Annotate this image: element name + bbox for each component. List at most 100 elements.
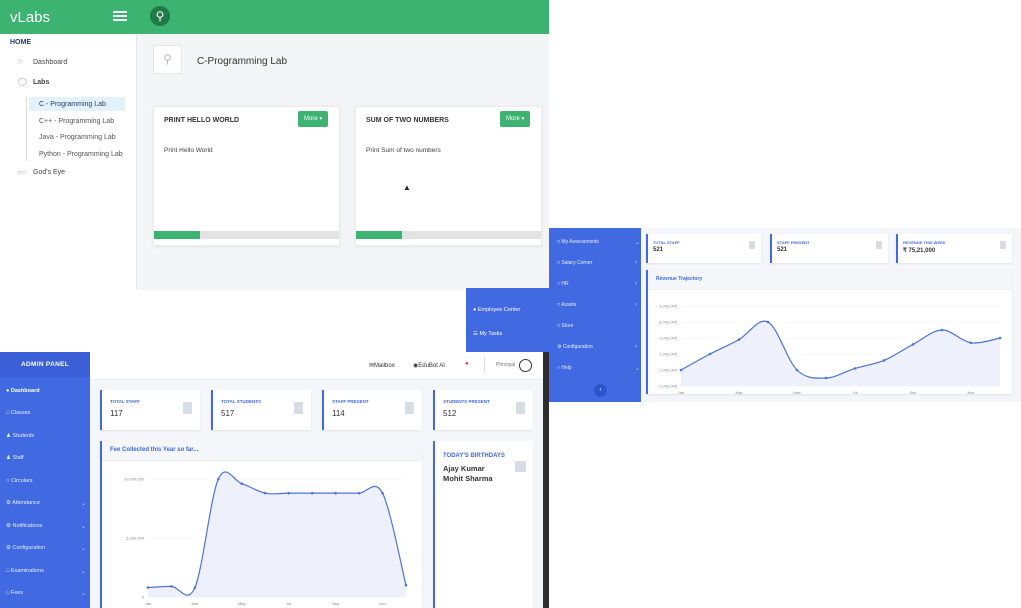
clipboard-icon bbox=[1000, 241, 1006, 249]
sidebar-brand: ADMIN PANEL bbox=[0, 352, 90, 377]
y-tick-label: 5,000,000 bbox=[659, 304, 678, 309]
sidebar-item-labs[interactable]: Labs bbox=[33, 79, 49, 86]
sidebar-item-store[interactable]: □ Store bbox=[557, 323, 573, 329]
submenu-line bbox=[26, 97, 27, 161]
eye-icon: ○○ bbox=[17, 168, 27, 177]
sidebar-item-assets[interactable]: □ Assets › bbox=[557, 302, 637, 308]
data-point[interactable] bbox=[357, 491, 361, 495]
bell-icon[interactable]: ● bbox=[465, 361, 469, 367]
birthdays-card: TODAY'S BIRTHDAYS Ajay Kumar Mohit Sharm… bbox=[433, 441, 533, 608]
data-point[interactable] bbox=[381, 491, 384, 495]
data-point[interactable] bbox=[911, 343, 915, 346]
data-point[interactable] bbox=[853, 367, 857, 370]
sidebar-item-dashboard[interactable]: Dashboard bbox=[33, 59, 67, 66]
stat-label: REVENUE THIS WEEK bbox=[903, 240, 946, 245]
y-tick-label: 10,000,000 bbox=[124, 477, 145, 482]
stat-card-students-present: STUDENTS PRESENT 512 bbox=[433, 390, 533, 430]
sidebar-item-my-assessments[interactable]: □ My Assessments ⌄ bbox=[557, 239, 640, 246]
stat-value: 521 bbox=[653, 247, 664, 253]
sidebar-item-attendance[interactable]: ⚙ Attendance ⌄ bbox=[6, 500, 86, 507]
x-tick-label: Mar bbox=[191, 601, 199, 606]
labs-icon: ◯ bbox=[18, 77, 27, 86]
edubot-link[interactable]: ◉EduBot AI bbox=[413, 362, 445, 369]
top-bar bbox=[137, 0, 549, 34]
x-tick-label: Sep bbox=[909, 390, 917, 394]
x-tick-label: Jul bbox=[286, 601, 291, 606]
data-point[interactable] bbox=[737, 338, 741, 341]
data-point[interactable] bbox=[334, 491, 337, 495]
data-point[interactable] bbox=[824, 376, 828, 380]
stat-card-total-staff: TOTAL STAFF 521 bbox=[646, 234, 761, 263]
sidebar-item-configuration[interactable]: ⚙ Configuration ⌄ bbox=[6, 545, 86, 552]
top-nav bbox=[90, 352, 549, 380]
data-point[interactable] bbox=[969, 341, 973, 345]
chevron-down-icon: ⌄ bbox=[635, 240, 641, 246]
sidebar-item-hr[interactable]: ○ HR › bbox=[557, 281, 637, 287]
cake-icon bbox=[515, 461, 526, 472]
sidebar-item-salary-corner[interactable]: □ Salary Corner › bbox=[557, 260, 637, 266]
data-point[interactable] bbox=[404, 583, 408, 587]
data-point[interactable] bbox=[240, 482, 244, 486]
sidebar-item-fees[interactable]: □ Fees ⌄ bbox=[6, 590, 86, 597]
sidebar-item-students[interactable]: ♟ Students bbox=[6, 433, 86, 439]
sidebar-item-notifications[interactable]: ⚙ Notifications ⌄ bbox=[6, 523, 86, 530]
data-point[interactable] bbox=[310, 491, 314, 495]
brand-logo[interactable]: vLabs bbox=[10, 9, 50, 26]
data-point[interactable] bbox=[287, 491, 291, 495]
mouse-cursor: ▲ bbox=[403, 183, 411, 192]
stat-value: 517 bbox=[221, 409, 235, 418]
chevron-down-icon: ⌄ bbox=[80, 501, 86, 507]
data-point[interactable] bbox=[708, 352, 712, 356]
series-area bbox=[148, 471, 406, 597]
data-point[interactable] bbox=[882, 359, 886, 362]
chevron-right-icon: › bbox=[635, 344, 637, 350]
clipboard-icon bbox=[183, 402, 192, 414]
revenue-line-chart: 0,000,000 1,000,000 2,000,000 3,000,000 4,00… bbox=[659, 304, 1002, 394]
admin-window-revenue: □ My Assessments ⌄ □ Salary Corner › ○ HR ›… bbox=[549, 228, 1021, 402]
fee-chart-card: Fee Collected this Year so far... 0 5,000… bbox=[100, 441, 422, 608]
data-point[interactable] bbox=[146, 586, 150, 589]
sidebar-item-examinations[interactable]: □ Examinations ⌄ bbox=[6, 568, 86, 575]
more-button[interactable]: More ▾ bbox=[500, 111, 531, 127]
data-point[interactable] bbox=[940, 328, 944, 332]
sidebar-item-circulars[interactable]: ○ Circulars bbox=[6, 478, 86, 484]
x-tick-label: Sep bbox=[332, 601, 340, 606]
menu-item-employee-center[interactable]: ● Employee Center bbox=[473, 307, 520, 313]
sidebar-item-gods-eye[interactable]: God's Eye bbox=[33, 169, 65, 176]
x-tick-label: Jan bbox=[678, 390, 684, 394]
more-button[interactable]: More ▾ bbox=[298, 111, 329, 127]
sidebar-item-python-lab[interactable]: Python - Programming Lab bbox=[39, 151, 123, 158]
data-point[interactable] bbox=[998, 336, 1002, 340]
sidebar-item-classes[interactable]: □ Classes bbox=[6, 410, 86, 416]
menu-item-my-tasks[interactable]: ☰ My Tasks bbox=[473, 331, 502, 337]
sidebar-item-staff[interactable]: ♟ Staff bbox=[6, 455, 86, 461]
sidebar-item-java-lab[interactable]: Java - Programming Lab bbox=[39, 134, 116, 141]
collapse-button[interactable]: ‹ bbox=[594, 384, 607, 397]
data-point[interactable] bbox=[766, 320, 770, 324]
search-icon[interactable]: ⚲ bbox=[150, 6, 170, 26]
chevron-right-icon: › bbox=[635, 302, 637, 308]
scrollbar[interactable] bbox=[543, 352, 549, 608]
sidebar-item-dashboard[interactable]: ● Dashboard bbox=[6, 388, 86, 394]
data-point[interactable] bbox=[263, 491, 267, 495]
data-point[interactable] bbox=[217, 477, 220, 481]
sidebar-item-help[interactable]: ○ Help ⌄ bbox=[557, 365, 640, 372]
revenue-chart-card: Revenue Trajectory 0,000,000 1,000,000 2,0… bbox=[646, 270, 1012, 394]
mailbox-link[interactable]: ✉Mailbox bbox=[369, 362, 395, 369]
progress-fill bbox=[356, 231, 403, 239]
menu-icon[interactable] bbox=[113, 11, 127, 21]
data-point[interactable] bbox=[170, 585, 173, 588]
data-point[interactable] bbox=[679, 368, 683, 372]
x-tick-label: Mar bbox=[736, 390, 744, 394]
birthdays-title: TODAY'S BIRTHDAYS bbox=[443, 453, 505, 459]
avatar-icon[interactable] bbox=[519, 359, 532, 372]
data-point[interactable] bbox=[193, 586, 197, 589]
sidebar-item-configuration[interactable]: ⚙ Configuration › bbox=[557, 344, 637, 350]
stat-label: TOTAL STAFF bbox=[653, 240, 680, 245]
sidebar-heading-home: HOME bbox=[10, 39, 31, 46]
sidebar-item-cpp-lab[interactable]: C++ - Programming Lab bbox=[39, 118, 114, 125]
data-point[interactable] bbox=[795, 368, 799, 372]
sidebar-item-c-lab[interactable]: C - Programming Lab bbox=[39, 101, 106, 108]
chevron-down-icon: ⌄ bbox=[80, 569, 86, 575]
clipboard-icon bbox=[405, 402, 414, 414]
